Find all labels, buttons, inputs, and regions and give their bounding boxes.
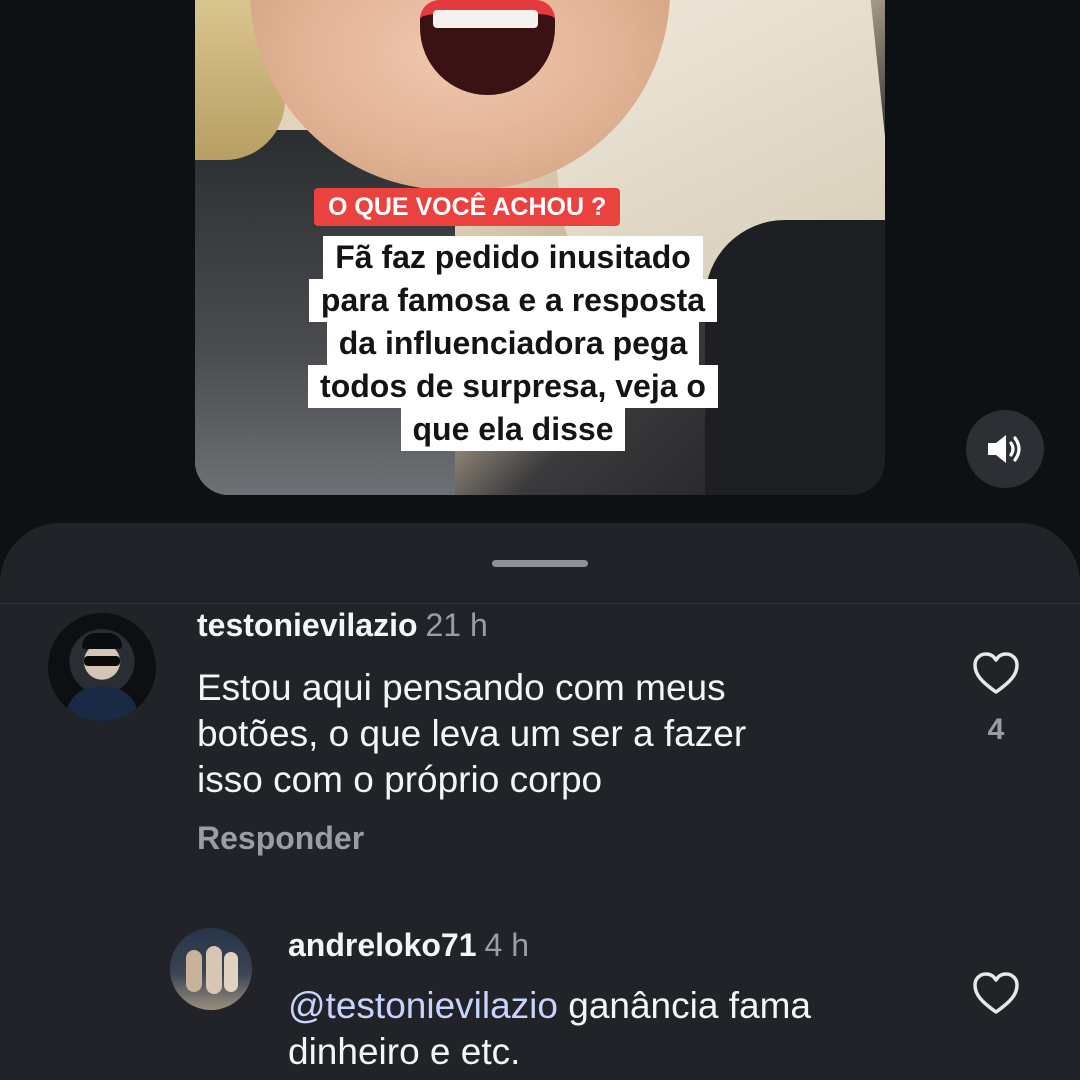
heart-icon <box>973 972 1019 1014</box>
like-count: 4 <box>987 713 1005 746</box>
drag-handle[interactable] <box>492 560 588 567</box>
reply-button[interactable]: Responder <box>197 820 364 857</box>
comment-text: Estou aqui pensando com meus botões, o q… <box>197 665 746 803</box>
comment-line: dinheiro e etc. <box>288 1031 521 1072</box>
avatar[interactable] <box>170 928 252 1010</box>
username-text[interactable]: testonievilazio <box>197 607 418 643</box>
headline-line: Fã faz pedido inusitado <box>323 236 703 279</box>
headline-line: da influenciadora pega <box>326 322 700 365</box>
avatar[interactable] <box>48 613 156 721</box>
sheet-divider <box>0 603 1080 604</box>
comment-line: isso com o próprio corpo <box>197 759 603 800</box>
comment-fragment: ganância fama <box>557 985 811 1026</box>
speaker-on-icon <box>988 435 1021 463</box>
video-teeth <box>433 10 538 28</box>
avatar-person <box>206 946 222 994</box>
mention-link[interactable]: @testonievilazio <box>288 985 558 1026</box>
comment-username[interactable]: testonievilazio 21 h <box>197 607 488 644</box>
username-text[interactable]: andreloko71 <box>288 927 477 963</box>
comments-sheet: testonievilazio 21 h Estou aqui pensando … <box>0 523 1080 1080</box>
like-button[interactable] <box>972 971 1020 1020</box>
avatar-cap <box>82 633 122 649</box>
avatar-person <box>224 952 238 992</box>
avatar-person <box>186 950 202 992</box>
comment-time: 4 h <box>484 927 529 963</box>
headline-line: para famosa e a resposta <box>308 279 718 322</box>
screen: O QUE VOCÊ ACHOU ? Fã faz pedido inusita… <box>0 0 1080 1080</box>
comment-text: @testonievilazio ganância fama dinheiro … <box>288 983 811 1075</box>
comment-line: Estou aqui pensando com meus <box>197 667 726 708</box>
heart-icon <box>973 652 1019 694</box>
headline-tag: O QUE VOCÊ ACHOU ? <box>314 188 621 226</box>
comment-line: @testonievilazio ganância fama <box>288 983 811 1029</box>
headline-line: que ela disse <box>400 408 626 451</box>
comment-line: botões, o que leva um ser a fazer <box>197 713 747 754</box>
like-button[interactable] <box>972 651 1020 700</box>
comment-time: 21 h <box>425 607 488 643</box>
avatar-shirt <box>66 687 138 721</box>
headline-line: todos de surpresa, veja o <box>308 365 718 408</box>
sound-toggle-button[interactable] <box>966 410 1044 488</box>
headline-caption: Fã faz pedido inusitado para famosa e a … <box>278 236 748 451</box>
avatar-glasses <box>84 656 120 666</box>
comment-username[interactable]: andreloko71 4 h <box>288 927 529 964</box>
